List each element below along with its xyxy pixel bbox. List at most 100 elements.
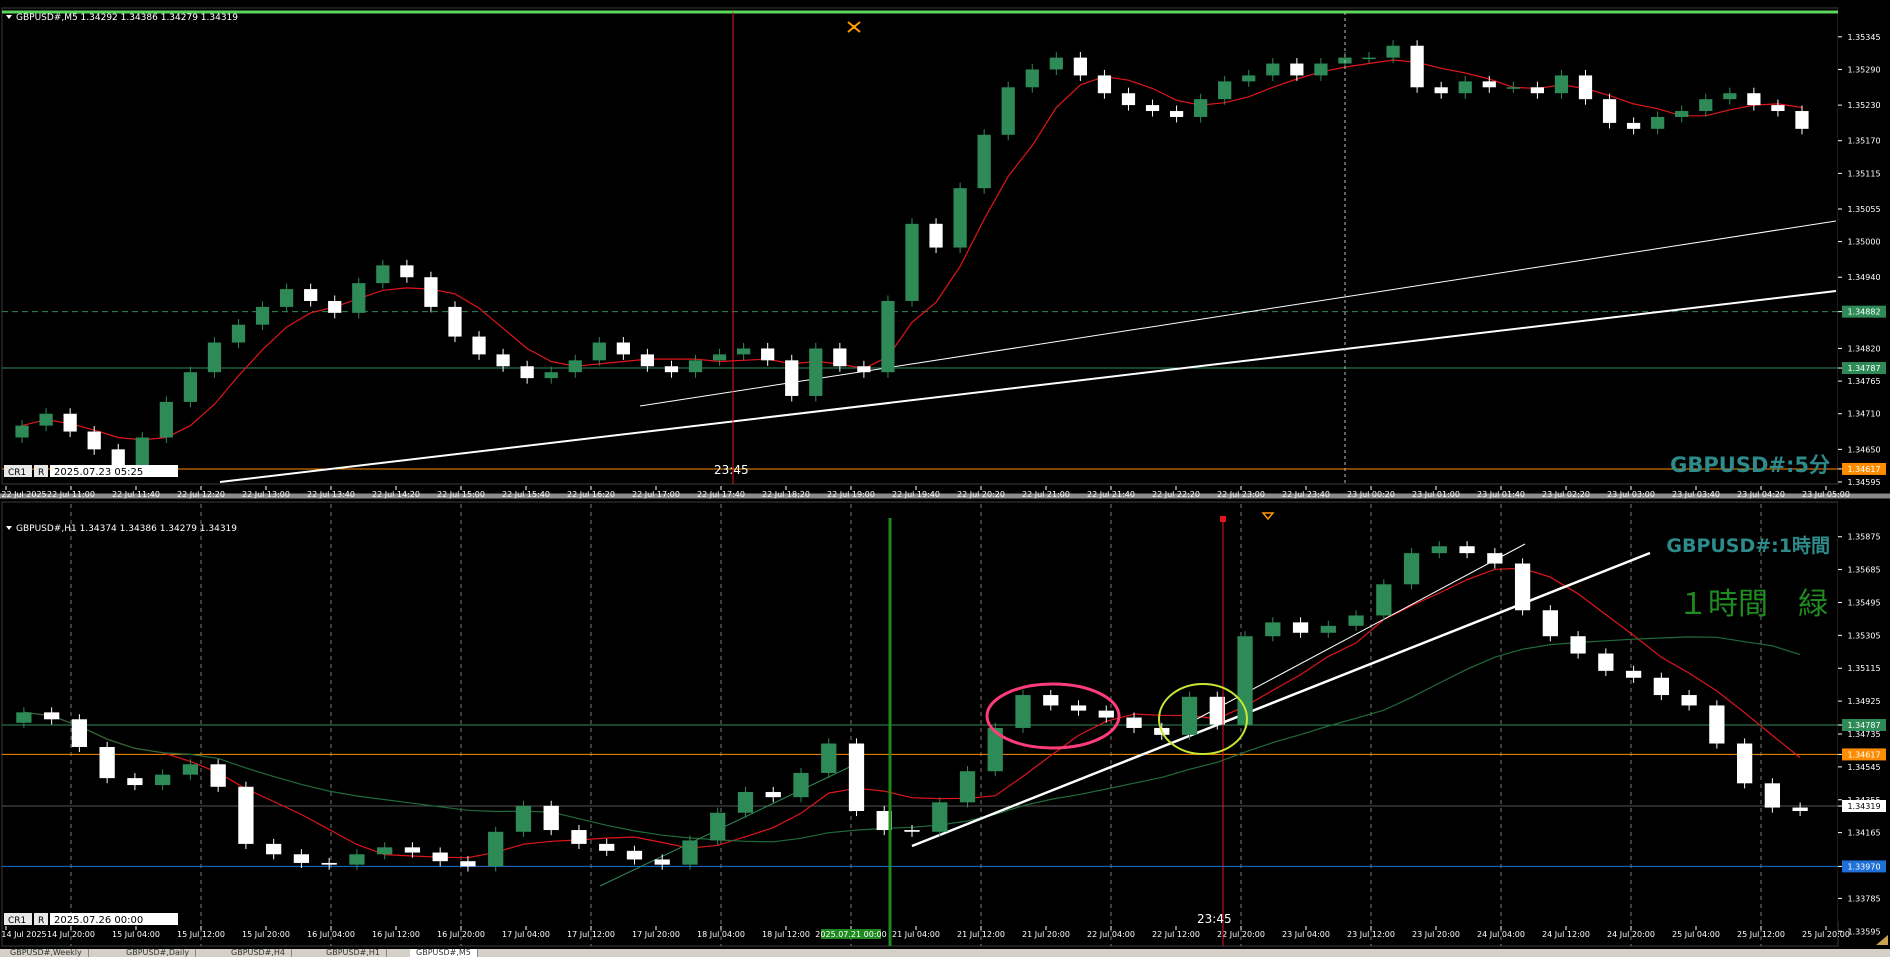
candle-body — [183, 372, 198, 402]
candle-body — [293, 854, 310, 863]
price-tag-label: 1.34787 — [1847, 364, 1880, 373]
candle-body — [1506, 87, 1520, 89]
candle-body — [592, 342, 606, 361]
candle-body — [1070, 705, 1087, 711]
time-label: 22 Jul 17:40 — [697, 490, 745, 499]
candle-body — [1001, 87, 1015, 135]
time-label: 17 Jul 12:00 — [567, 930, 615, 939]
candle-body — [1653, 677, 1669, 696]
candle-body — [135, 437, 149, 468]
candle-body — [544, 372, 558, 379]
time-label: 2025.07.21 00:00 — [815, 930, 886, 939]
candle-body — [932, 802, 948, 832]
time-label: 16 Jul 12:00 — [372, 930, 420, 939]
price-label: 1.34925 — [1847, 697, 1880, 706]
time-label: 22 Jul 21:00 — [1022, 490, 1070, 499]
time-label: 21 Jul 20:00 — [1022, 930, 1070, 939]
time-label: 15 Jul 20:00 — [242, 930, 290, 939]
chart-tab-bar: GBPUSD#,Weekly GBPUSD#,Daily GBPUSD#,H4 … — [0, 949, 1890, 957]
candle-body — [710, 812, 726, 841]
candle-body — [1121, 93, 1136, 106]
mt4-chart-window[interactable]: 1.35345 1.35290 1.35230 1.35170 1.35115 1.350… — [0, 0, 1890, 957]
time-label: 23 Jul 04:20 — [1737, 490, 1785, 499]
time-label: 22 Jul 14:20 — [372, 490, 420, 499]
time-label: 23 Jul 03:00 — [1607, 490, 1655, 499]
time-label: 22 Jul 18:20 — [762, 490, 810, 499]
candle-body — [568, 360, 582, 373]
candle-body — [1098, 710, 1114, 718]
time-label: 16 Jul 20:00 — [437, 930, 485, 939]
candle-body — [1073, 57, 1087, 76]
candle-body — [809, 348, 823, 396]
h1-watermark: GBPUSD#:1時間 — [1666, 535, 1830, 557]
price-label: 1.34735 — [1847, 730, 1880, 739]
candle-body — [1348, 615, 1364, 626]
candle-body — [664, 366, 679, 373]
price-label: 1.35345 — [1847, 33, 1880, 42]
candle-body — [488, 831, 504, 867]
candle-body — [793, 772, 809, 798]
time-label: 24 Jul 04:00 — [1477, 930, 1525, 939]
candle-body — [460, 861, 476, 867]
price-label: 1.35230 — [1847, 101, 1880, 110]
candle-body — [321, 862, 337, 865]
candle-body — [1049, 57, 1063, 70]
h1-r-label: R — [38, 916, 44, 926]
candle-body — [1169, 111, 1184, 117]
candle-body — [377, 847, 393, 855]
candle-body — [1242, 75, 1256, 82]
price-tag-label: 1.34787 — [1847, 721, 1880, 730]
candle-body — [63, 413, 77, 432]
time-label: 22 Jul 12:20 — [177, 490, 225, 499]
price-label: 1.34710 — [1847, 410, 1880, 419]
time-label: 25 Jul 04:00 — [1672, 930, 1720, 939]
candle-body — [304, 289, 318, 301]
time-label: 22 Jul 13:00 — [242, 490, 290, 499]
tab-h4[interactable]: GBPUSD#,H4 — [225, 949, 292, 957]
candle-body — [328, 300, 342, 313]
time-label: 14 Jul 20:00 — [47, 930, 95, 939]
candle-body — [472, 336, 486, 355]
time-label: 25 Jul 12:00 — [1737, 930, 1785, 939]
time-label: 23 Jul 20:00 — [1412, 930, 1460, 939]
candle-body — [1626, 122, 1641, 129]
candle-body — [1747, 93, 1761, 106]
tab-m5[interactable]: GBPUSD#,M5 — [410, 949, 478, 957]
candle-body — [1602, 99, 1617, 123]
time-label: 23 Jul 03:40 — [1672, 490, 1720, 499]
candle-body — [1514, 563, 1531, 611]
candle-body — [1386, 45, 1400, 58]
candle-body — [400, 265, 414, 278]
m5-watermark: GBPUSD#:5分 — [1670, 453, 1830, 477]
h1-pane[interactable] — [1, 501, 1839, 947]
time-label: 18 Jul 04:00 — [697, 930, 745, 939]
h1-red-vline-handle[interactable] — [1220, 516, 1226, 522]
candle-body — [977, 134, 991, 189]
price-tag-label: 1.34882 — [1847, 308, 1880, 317]
price-label: 1.35685 — [1847, 566, 1880, 575]
time-label: 22 Jul 23:40 — [1282, 490, 1330, 499]
m5-r-label: R — [38, 468, 44, 478]
tab-h1[interactable]: GBPUSD#,H1 — [320, 949, 387, 957]
candle-body — [857, 366, 871, 373]
candle-body — [1043, 695, 1059, 706]
candle-body — [1530, 87, 1545, 94]
candle-body — [929, 223, 943, 248]
scroll-corner-icon[interactable] — [1876, 935, 1888, 945]
price-label: 1.33785 — [1847, 894, 1880, 903]
candle-body — [712, 354, 727, 361]
candle-body — [1736, 743, 1753, 784]
price-tag-label: 1.34319 — [1847, 802, 1880, 811]
candle-body — [448, 306, 462, 337]
time-label: 15 Jul 04:00 — [112, 930, 160, 939]
candle-body — [1723, 93, 1737, 100]
candle-body — [182, 764, 199, 775]
time-label: 23 Jul 04:00 — [1282, 930, 1330, 939]
candle-body — [904, 830, 920, 832]
tab-weekly[interactable]: GBPUSD#,Weekly — [4, 949, 89, 957]
time-label: 22 Jul 16:20 — [567, 490, 615, 499]
time-label: 14 Jul 2025 — [1, 930, 46, 939]
tab-daily[interactable]: GBPUSD#,Daily — [120, 949, 197, 957]
candle-body — [520, 366, 534, 379]
time-label: 22 Jul 19:00 — [827, 490, 875, 499]
